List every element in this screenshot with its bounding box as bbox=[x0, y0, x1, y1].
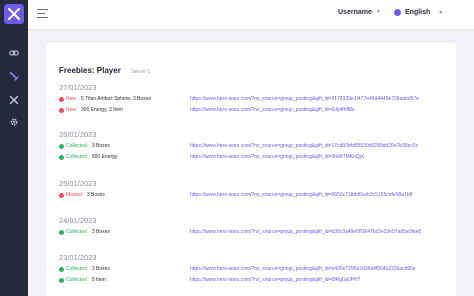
status-label: Collected bbox=[66, 266, 87, 272]
crossed-swords-icon bbox=[9, 95, 19, 105]
globe-icon bbox=[394, 9, 401, 16]
crossed-swords-logo-icon bbox=[7, 7, 21, 21]
status-badge: Collected 3 Boxes bbox=[59, 141, 110, 151]
status-label: Collected bbox=[66, 154, 87, 160]
day-group: 25/01/2023 Missed 3 Boxes https://www.he… bbox=[59, 179, 449, 200]
alert-icon bbox=[59, 107, 64, 113]
sidebar bbox=[0, 0, 28, 296]
list-item: New 300 Energy, 3 Item https://www.hero-… bbox=[59, 105, 449, 115]
user-dropdown[interactable]: Username ▼ bbox=[338, 9, 381, 16]
check-icon bbox=[59, 277, 64, 283]
reward-text: 3 Boxes bbox=[91, 143, 110, 149]
day-group: 24/01/2023 Collected 3 Boxes https://www… bbox=[59, 216, 449, 237]
status-label: New bbox=[66, 107, 77, 113]
status-badge: Collected 500 Energy bbox=[59, 152, 117, 162]
check-icon bbox=[59, 154, 64, 160]
status-label: Missed bbox=[66, 192, 82, 198]
check-icon bbox=[59, 229, 64, 235]
list-item: Collected 500 Energy https://www.hero-wa… bbox=[59, 152, 449, 162]
day-group: 27/01/2023 New 5 Titan Artifact Sphere, … bbox=[59, 83, 449, 115]
list-item: Collected 3 Boxes https://www.hero-wars.… bbox=[59, 227, 449, 237]
gift-link[interactable]: https://www.hero-wars.com/?nx_source=gro… bbox=[190, 152, 364, 162]
sidebar-item-links[interactable] bbox=[6, 45, 22, 61]
day-date: 27/01/2023 bbox=[59, 83, 97, 92]
user-label: Username bbox=[338, 9, 372, 16]
reward-text: 5 Item bbox=[91, 277, 106, 283]
reward-text: 3 Boxes bbox=[91, 229, 110, 235]
status-badge: New 300 Energy, 3 Item bbox=[59, 105, 123, 115]
freebies-card: Freebies: Player Server 1 27/01/2023 New… bbox=[46, 43, 456, 296]
reward-text: 300 Energy, 3 Item bbox=[81, 107, 123, 113]
gift-link[interactable]: https://www.hero-wars.com/?nx_source=gro… bbox=[190, 275, 360, 285]
alert-icon bbox=[59, 192, 64, 198]
status-badge: Collected 3 Boxes bbox=[59, 227, 110, 237]
gift-link[interactable]: https://www.hero-wars.com/?nx_source=gro… bbox=[190, 141, 418, 151]
day-group: 26/01/2023 Collected 3 Boxes https://www… bbox=[59, 130, 449, 162]
server-label: Server 1 bbox=[131, 69, 151, 75]
gear-icon bbox=[10, 118, 18, 126]
day-date: 25/01/2023 bbox=[59, 179, 97, 188]
language-dropdown[interactable]: English ▼ bbox=[394, 9, 443, 16]
sidebar-item-freebies[interactable] bbox=[6, 68, 22, 84]
reward-text: 5 Titan Artifact Sphere, 3 Boxes bbox=[81, 96, 152, 102]
language-label: English bbox=[405, 9, 431, 16]
day-group: 23/01/2023 Collected 3 Boxes https://www… bbox=[59, 253, 449, 285]
status-label: Collected bbox=[66, 143, 87, 149]
sidebar-item-battles[interactable] bbox=[6, 92, 22, 108]
day-date: 24/01/2023 bbox=[59, 216, 97, 225]
sidebar-item-settings[interactable] bbox=[6, 114, 22, 130]
gift-link[interactable]: https://www.hero-wars.com/?nx_source=gro… bbox=[190, 264, 416, 274]
gift-link[interactable]: https://www.hero-wars.com/?nx_source=gro… bbox=[190, 227, 421, 237]
status-badge: New 5 Titan Artifact Sphere, 3 Boxes bbox=[59, 94, 151, 104]
menu-toggle-icon[interactable] bbox=[37, 9, 48, 18]
gift-link[interactable]: https://www.hero-wars.com/?nx_source=gro… bbox=[190, 105, 354, 115]
gift-link[interactable]: https://www.hero-wars.com/?nx_source=gro… bbox=[190, 190, 412, 200]
list-item: Collected 3 Boxes https://www.hero-wars.… bbox=[59, 141, 449, 151]
gift-link[interactable]: https://www.hero-wars.com/?nx_source=gro… bbox=[190, 94, 419, 104]
day-date: 23/01/2023 bbox=[59, 253, 97, 262]
chevron-down-icon: ▼ bbox=[438, 9, 444, 16]
list-item: Collected 5 Item https://www.hero-wars.c… bbox=[59, 275, 449, 285]
status-badge: Collected 5 Item bbox=[59, 275, 106, 285]
reward-text: 500 Energy bbox=[91, 154, 118, 160]
link-icon bbox=[9, 50, 19, 56]
page-title: Freebies: Player bbox=[59, 66, 121, 75]
reward-text: 3 Boxes bbox=[86, 192, 105, 198]
card-header: Freebies: Player Server 1 bbox=[59, 60, 150, 78]
status-label: Collected bbox=[66, 277, 87, 283]
status-label: New bbox=[66, 96, 77, 102]
logo[interactable] bbox=[4, 4, 24, 24]
reward-text: 3 Boxes bbox=[91, 266, 110, 272]
status-badge: Missed 3 Boxes bbox=[59, 190, 105, 200]
chevron-down-icon: ▼ bbox=[375, 9, 381, 15]
check-icon bbox=[59, 143, 64, 149]
list-item: New 5 Titan Artifact Sphere, 3 Boxes htt… bbox=[59, 94, 449, 104]
status-badge: Collected 3 Boxes bbox=[59, 264, 110, 274]
check-icon bbox=[59, 266, 64, 272]
list-item: Missed 3 Boxes https://www.hero-wars.com… bbox=[59, 190, 449, 200]
top-bar: Username ▼ English ▼ bbox=[28, 0, 474, 30]
sword-icon bbox=[9, 71, 19, 81]
list-item: Collected 3 Boxes https://www.hero-wars.… bbox=[59, 264, 449, 274]
status-label: Collected bbox=[66, 229, 87, 235]
alert-icon bbox=[59, 96, 64, 102]
day-date: 26/01/2023 bbox=[59, 130, 97, 139]
